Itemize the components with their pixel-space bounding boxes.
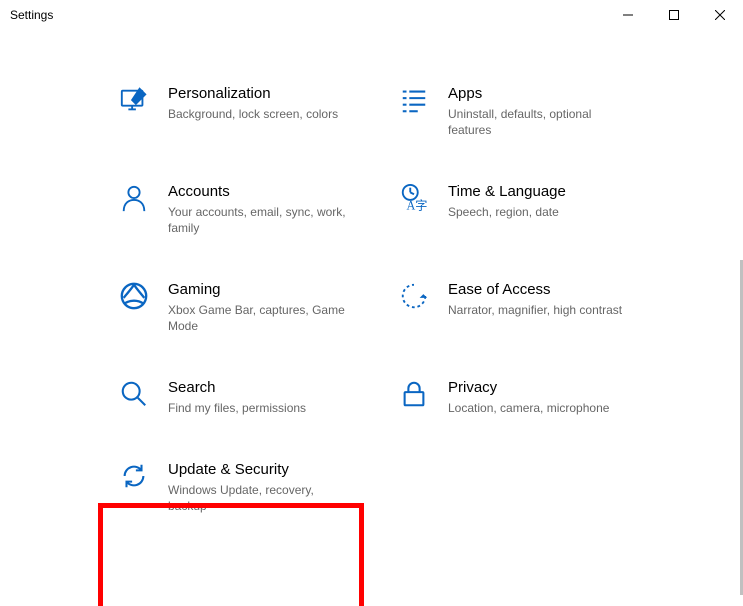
window-title: Settings — [10, 8, 53, 22]
tile-label: Time & Language — [448, 182, 668, 202]
tile-desc: Speech, region, date — [448, 204, 628, 220]
tile-label: Ease of Access — [448, 280, 668, 300]
tile-desc: Background, lock screen, colors — [168, 106, 348, 122]
titlebar: Settings — [0, 0, 743, 30]
update-security-icon — [118, 460, 150, 492]
tile-desc: Location, camera, microphone — [448, 400, 628, 416]
ease-of-access-icon — [398, 280, 430, 312]
tile-label: Gaming — [168, 280, 388, 300]
tile-label: Privacy — [448, 378, 668, 398]
tile-label: Accounts — [168, 182, 388, 202]
tile-privacy[interactable]: Privacy Location, camera, microphone — [398, 374, 668, 416]
settings-grid: Personalization Background, lock screen,… — [118, 80, 743, 514]
search-icon — [118, 378, 150, 410]
tile-desc: Uninstall, defaults, optional features — [448, 106, 628, 138]
tile-gaming[interactable]: Gaming Xbox Game Bar, captures, Game Mod… — [118, 276, 388, 334]
personalization-icon — [118, 84, 150, 116]
tile-ease-of-access[interactable]: Ease of Access Narrator, magnifier, high… — [398, 276, 668, 334]
tile-desc: Your accounts, email, sync, work, family — [168, 204, 348, 236]
tile-desc: Find my files, permissions — [168, 400, 348, 416]
highlight-box — [98, 503, 364, 606]
tile-time-language[interactable]: A字 Time & Language Speech, region, date — [398, 178, 668, 236]
close-button[interactable] — [697, 0, 743, 30]
tile-accounts[interactable]: Accounts Your accounts, email, sync, wor… — [118, 178, 388, 236]
tile-search[interactable]: Search Find my files, permissions — [118, 374, 388, 416]
tile-desc: Xbox Game Bar, captures, Game Mode — [168, 302, 348, 334]
tile-update-security[interactable]: Update & Security Windows Update, recove… — [118, 456, 388, 514]
time-language-icon: A字 — [398, 182, 430, 214]
privacy-icon — [398, 378, 430, 410]
svg-text:A字: A字 — [407, 197, 428, 212]
minimize-button[interactable] — [605, 0, 651, 30]
tile-personalization[interactable]: Personalization Background, lock screen,… — [118, 80, 388, 138]
tile-desc: Narrator, magnifier, high contrast — [448, 302, 628, 318]
content-area: Personalization Background, lock screen,… — [0, 30, 743, 606]
maximize-button[interactable] — [651, 0, 697, 30]
tile-label: Search — [168, 378, 388, 398]
tile-label: Personalization — [168, 84, 388, 104]
tile-label: Update & Security — [168, 460, 388, 480]
apps-icon — [398, 84, 430, 116]
tile-desc: Windows Update, recovery, backup — [168, 482, 348, 514]
tile-apps[interactable]: Apps Uninstall, defaults, optional featu… — [398, 80, 668, 138]
gaming-icon — [118, 280, 150, 312]
accounts-icon — [118, 182, 150, 214]
tile-label: Apps — [448, 84, 668, 104]
